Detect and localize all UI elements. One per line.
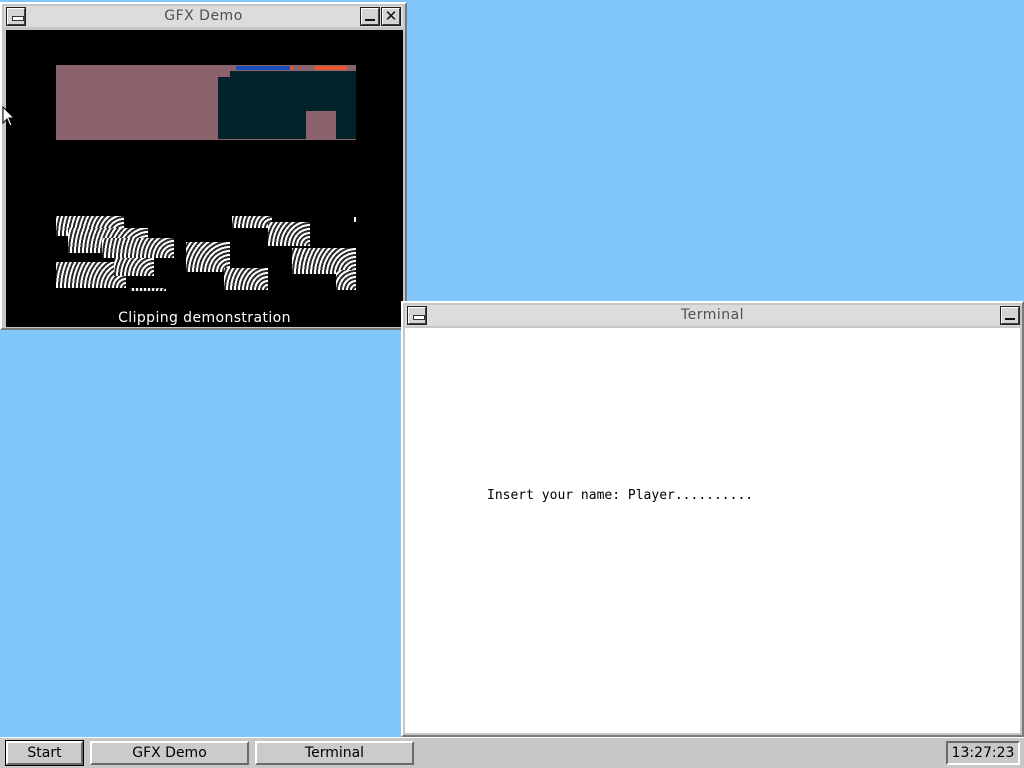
close-button[interactable]: ✕ [381, 7, 401, 26]
taskbar-item-terminal[interactable]: Terminal [255, 741, 414, 765]
arc-pattern [224, 268, 268, 290]
arc-pattern [102, 238, 174, 258]
gfx-demo-titlebar[interactable]: GFX Demo ✕ [4, 6, 403, 27]
minimize-icon [1005, 318, 1015, 320]
arc-pattern [130, 288, 166, 291]
demo-caption: Clipping demonstration [118, 310, 291, 326]
clock: 13:27:23 [946, 741, 1020, 765]
mauve-underline [56, 139, 356, 140]
terminal-titlebar[interactable]: Terminal [405, 305, 1020, 326]
mauve-small-square [306, 111, 336, 139]
terminal-window[interactable]: Terminal Insert your name: Player.......… [401, 301, 1024, 737]
name-prompt[interactable]: Insert your name: Player.......... [487, 488, 753, 503]
arc-pattern [114, 258, 154, 276]
minimize-button[interactable] [360, 7, 380, 26]
arc-pattern [232, 216, 272, 228]
window-title: GFX Demo [164, 8, 243, 24]
white-dot [354, 217, 356, 222]
teal-rectangle-top [230, 71, 356, 79]
name-input[interactable]: Player.......... [628, 488, 753, 503]
orange-tick [290, 66, 293, 70]
minimize-button[interactable] [1000, 306, 1020, 325]
taskbar: Start GFX Demo Terminal 13:27:23 [0, 737, 1024, 768]
prompt-label: Insert your name: [487, 488, 628, 503]
blue-bar [236, 66, 290, 70]
arc-pattern [268, 222, 310, 246]
start-button[interactable]: Start [5, 740, 84, 766]
arc-pattern [336, 270, 356, 290]
minimize-icon [365, 19, 375, 21]
window-title: Terminal [680, 307, 745, 323]
close-icon: ✕ [384, 7, 398, 25]
gfx-demo-window[interactable]: GFX Demo ✕ Clipping demonstration [0, 2, 407, 330]
mouse-pointer-icon [2, 106, 16, 127]
taskbar-item-gfx-demo[interactable]: GFX Demo [90, 741, 249, 765]
orange-bar [315, 66, 347, 70]
gfx-canvas: Clipping demonstration [6, 30, 403, 327]
terminal-screen[interactable]: Insert your name: Player.......... [405, 328, 1020, 733]
